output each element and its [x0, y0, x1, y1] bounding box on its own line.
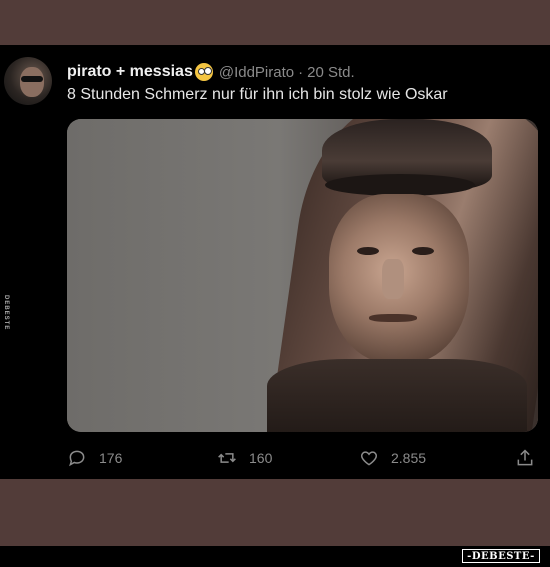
like-count: 2.855	[391, 450, 427, 466]
tweet-text: 8 Stunden Schmerz nur für ihn ich bin st…	[67, 86, 448, 103]
share-button[interactable]	[515, 447, 547, 469]
media-eye-left	[357, 247, 379, 255]
like-button[interactable]: 2.855	[359, 447, 426, 469]
avatar-sunglasses	[21, 76, 43, 82]
display-name[interactable]: pirato + messias	[67, 63, 193, 81]
retweet-count: 160	[249, 450, 273, 466]
tweet-actions: 176 160 2.855	[67, 447, 538, 469]
tweet-header: pirato + messias @IddPirato · 20 Std.	[67, 61, 355, 83]
avatar[interactable]	[4, 57, 52, 105]
media-cap-brim	[325, 174, 475, 196]
top-border-band	[0, 0, 550, 45]
debeste-logo: -DEBESTE-	[462, 549, 540, 563]
retweet-icon	[218, 453, 236, 463]
retweet-button[interactable]: 160	[217, 447, 272, 469]
tweet-timestamp[interactable]: 20 Std.	[307, 64, 355, 81]
reply-icon	[69, 450, 85, 467]
side-watermark-text: DEBESTE	[3, 295, 9, 331]
side-watermark: DEBESTE	[3, 295, 13, 345]
tweet-media-image[interactable]	[67, 119, 538, 432]
tweet-card[interactable]: pirato + messias @IddPirato · 20 Std. 8 …	[0, 45, 550, 479]
avatar-face	[20, 67, 44, 97]
bottom-border-band	[0, 479, 550, 546]
separator-dot: ·	[298, 63, 304, 81]
user-handle[interactable]: @IddPirato	[219, 64, 294, 81]
debeste-logo-text: -DEBESTE-	[467, 550, 535, 562]
share-icon	[517, 449, 533, 466]
reply-count: 176	[99, 450, 123, 466]
media-jacket	[267, 359, 527, 432]
media-eye-right	[412, 247, 434, 255]
heart-icon	[360, 451, 378, 466]
media-mouth	[369, 314, 417, 322]
media-nose	[382, 259, 404, 299]
reply-button[interactable]: 176	[67, 447, 122, 469]
face-with-monocle-emoji-icon	[194, 63, 213, 81]
